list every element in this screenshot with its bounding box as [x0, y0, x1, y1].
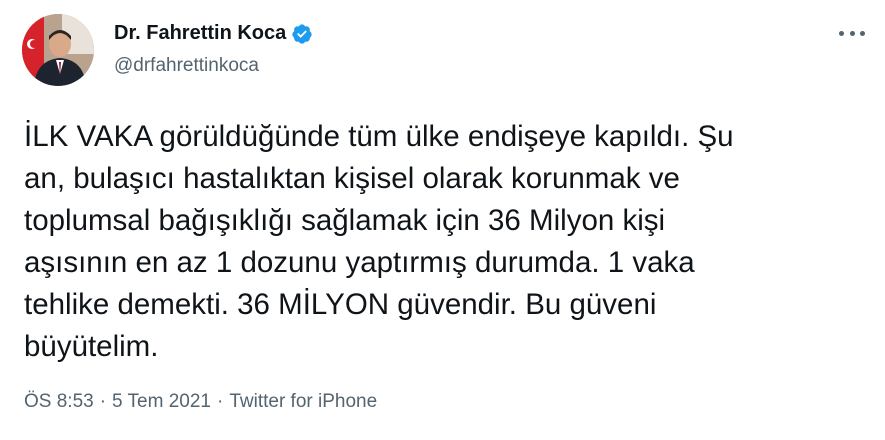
meta-separator: · — [99, 391, 107, 412]
tweet-source[interactable]: Twitter for iPhone — [229, 391, 377, 413]
tweet-card: Dr. Fahrettin Koca @drfahrettinkoca İLK … — [0, 0, 885, 440]
dot — [860, 30, 865, 36]
dot — [839, 30, 844, 36]
more-options-icon[interactable] — [837, 22, 867, 44]
tweet-date[interactable]: 5 Tem 2021 — [112, 391, 211, 413]
dot — [849, 30, 855, 36]
tweet-text: İLK VAKA görüldüğünde tüm ülke endişeye … — [24, 120, 734, 363]
author-handle[interactable]: @drfahrettinkoca — [114, 55, 259, 77]
meta-separator: · — [217, 391, 224, 412]
display-name[interactable]: Dr. Fahrettin Koca — [114, 22, 286, 45]
tweet-meta: ÖS 8:53 · 5 Tem 2021 · Twitter for iPhon… — [24, 391, 377, 413]
verified-badge-icon — [291, 23, 313, 45]
avatar[interactable] — [22, 14, 94, 86]
profile-photo-icon — [22, 14, 94, 86]
tweet-time[interactable]: ÖS 8:53 — [24, 391, 94, 413]
author-name-row[interactable]: Dr. Fahrettin Koca — [114, 22, 313, 45]
